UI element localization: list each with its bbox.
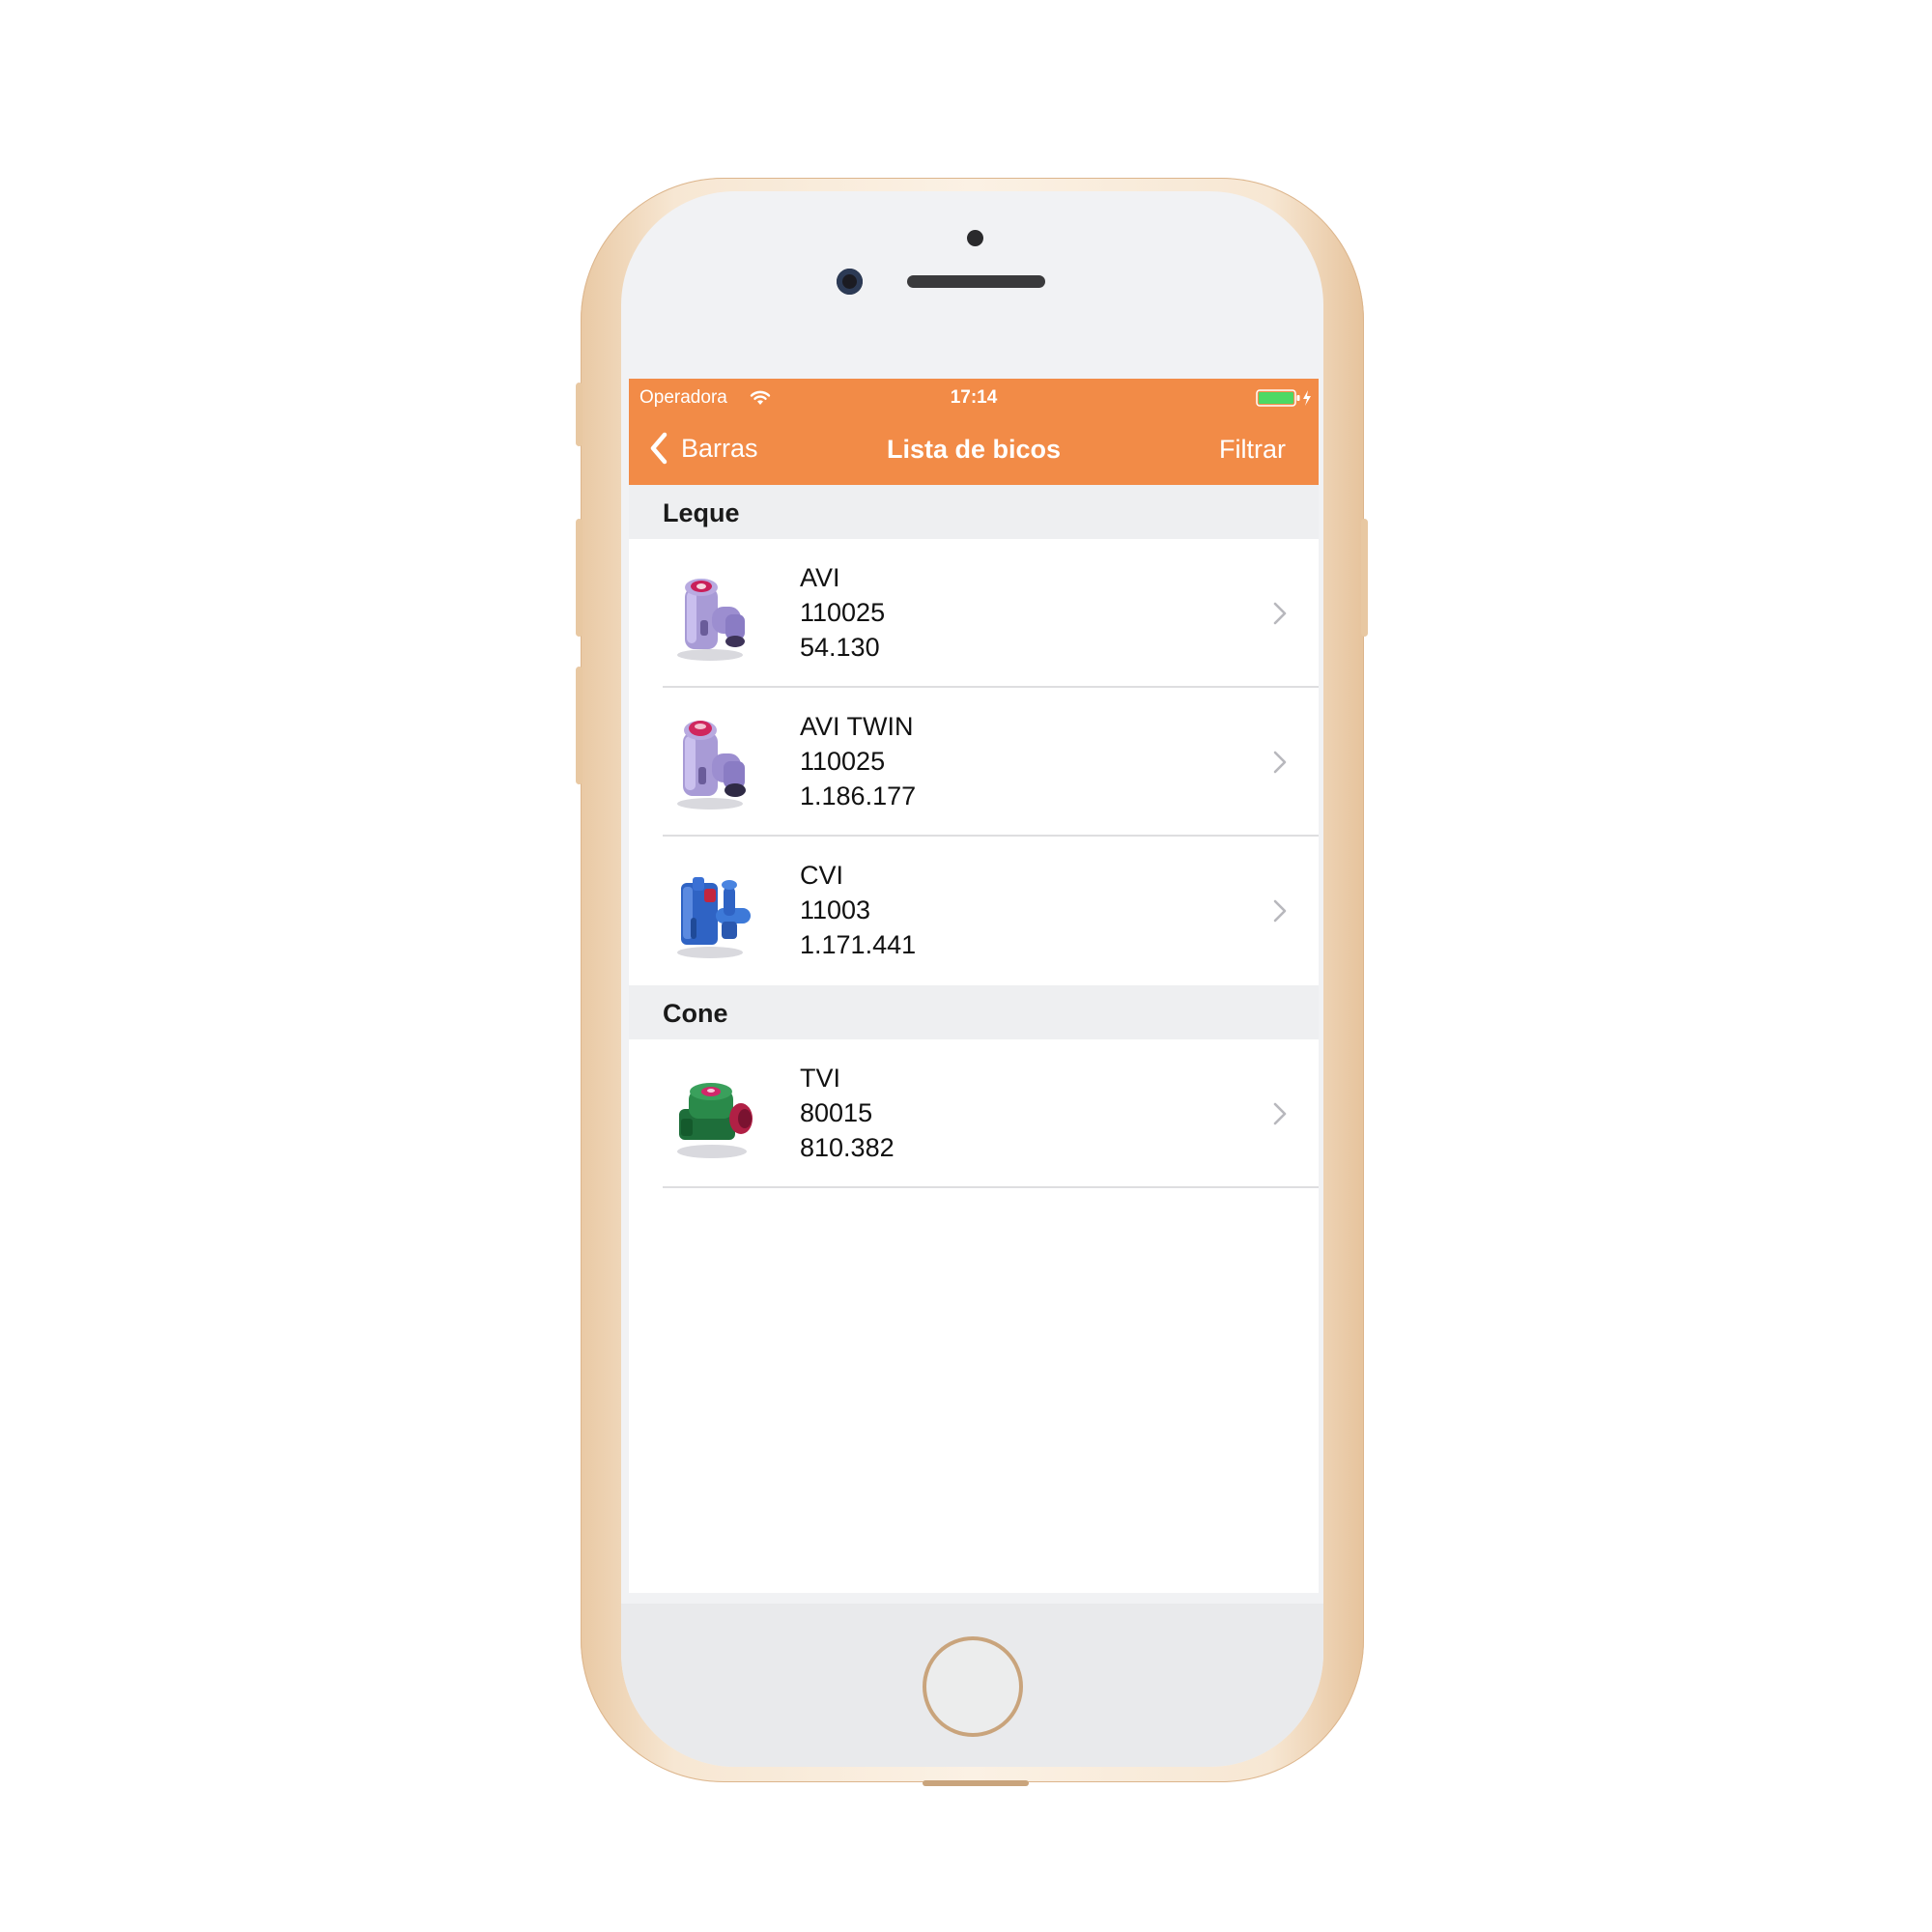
purple-nozzle-icon [677, 579, 745, 661]
nozzle-code: 110025 [800, 598, 886, 627]
list-item-text: AVI 110025 54.130 [800, 560, 885, 665]
nozzle-number: 810.382 [800, 1133, 895, 1162]
blue-nozzle-icon [677, 877, 751, 958]
section-header-cone: Cone [629, 985, 1319, 1039]
section-header-leque: Leque [629, 485, 1319, 539]
battery-charging-icon [1256, 389, 1311, 407]
nozzle-name: TVI [800, 1064, 841, 1093]
nozzle-number: 54.130 [800, 633, 880, 662]
clock: 17:14 [950, 387, 998, 408]
list-item[interactable]: AVI TWIN 110025 1.186.177 [629, 688, 1319, 837]
section-title: Leque [663, 498, 740, 527]
lightning-port [923, 1780, 1029, 1786]
mute-switch [576, 383, 582, 446]
navigation-bar: Operadora 17:14 Barras Lista de bicos Fi… [629, 379, 1319, 485]
nozzle-name: CVI [800, 861, 844, 890]
home-button[interactable] [923, 1636, 1023, 1737]
section-title: Cone [663, 999, 728, 1028]
nozzle-number: 1.171.441 [800, 930, 917, 959]
green-nozzle-icon [677, 1083, 753, 1158]
volume-down-button [576, 667, 582, 784]
filter-button[interactable]: Filtrar [1219, 433, 1286, 466]
nozzle-code: 80015 [800, 1098, 873, 1127]
chevron-right-icon [1273, 751, 1287, 774]
nozzle-number: 1.186.177 [800, 781, 917, 810]
list-item-text: AVI TWIN 110025 1.186.177 [800, 709, 916, 813]
list-item-text: CVI 11003 1.171.441 [800, 858, 916, 962]
nozzle-name: AVI [800, 563, 840, 592]
chevron-right-icon [1273, 1102, 1287, 1125]
chevron-right-icon [1273, 602, 1287, 625]
row-divider [663, 1186, 1319, 1188]
nozzle-name: AVI TWIN [800, 712, 914, 741]
proximity-sensor [967, 230, 983, 246]
volume-up-button [576, 519, 582, 637]
earpiece-speaker [907, 275, 1045, 288]
front-camera [837, 269, 863, 295]
nozzle-code: 11003 [800, 895, 871, 924]
power-button [1361, 519, 1368, 637]
chevron-right-icon [1273, 899, 1287, 923]
nozzle-code: 110025 [800, 747, 886, 776]
page-title: Lista de bicos [886, 435, 1062, 464]
purple-twin-nozzle-icon [677, 721, 746, 810]
list-item-text: TVI 80015 810.382 [800, 1061, 895, 1165]
list-item[interactable]: AVI 110025 54.130 [629, 539, 1319, 688]
list-item[interactable]: TVI 80015 810.382 [629, 1039, 1319, 1188]
app-screen: Operadora 17:14 Barras Lista de bicos Fi… [629, 379, 1319, 1593]
list-item[interactable]: CVI 11003 1.171.441 [629, 837, 1319, 985]
